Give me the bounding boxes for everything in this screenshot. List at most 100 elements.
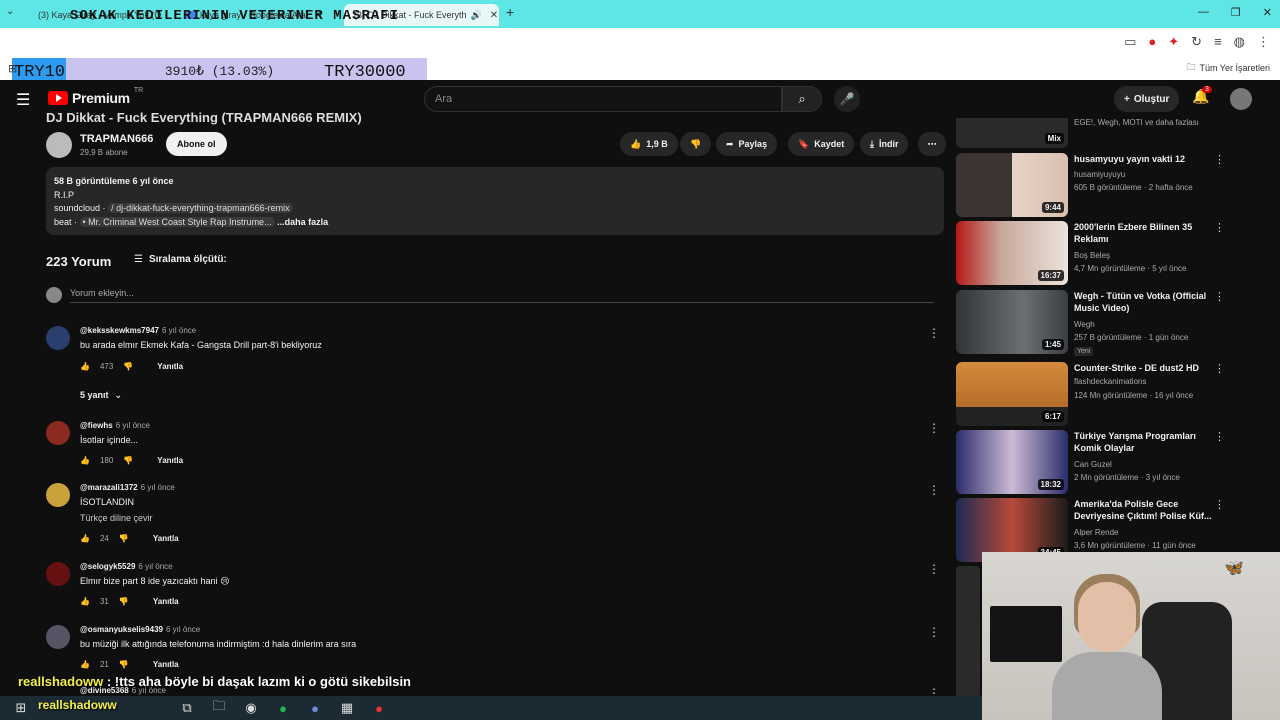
thumbs-down-icon[interactable]: 👎 <box>119 597 129 606</box>
more-icon[interactable]: ⋮ <box>1214 430 1225 443</box>
avatar[interactable] <box>46 562 70 586</box>
thumbs-down-icon[interactable]: 👎 <box>123 456 133 465</box>
recommendation-item[interactable]: 6:17 Counter-Strike - DE dust2 HD flashd… <box>956 362 1226 426</box>
more-icon[interactable]: ⋮ <box>928 483 940 497</box>
reload-icon[interactable]: ↻ <box>1191 34 1202 50</box>
more-actions-button[interactable]: ⋯ <box>918 132 946 156</box>
search-input[interactable]: Ara <box>424 86 782 112</box>
comment-author[interactable]: @keksskewkms7947 6 yıl önce <box>80 326 196 335</box>
video-thumbnail[interactable]: 16:37 <box>956 221 1068 285</box>
new-tab-button[interactable]: + <box>506 4 514 20</box>
more-icon[interactable]: ⋮ <box>928 562 940 576</box>
comment-time[interactable]: 6 yıl önce <box>138 562 172 571</box>
discord-icon[interactable]: ● <box>306 701 324 716</box>
notifications-button[interactable]: 🔔 3 <box>1192 86 1212 105</box>
video-thumbnail[interactable]: 6:17 <box>956 362 1068 426</box>
video-title[interactable]: 2000'lerin Ezbere Bilinen 35 Reklamı <box>1074 221 1214 245</box>
thumbs-up-icon[interactable]: 👍 <box>80 534 90 543</box>
video-channel[interactable]: flashdeckanimations <box>1074 377 1146 386</box>
video-thumbnail[interactable]: 9:44 <box>956 153 1068 217</box>
thumbs-down-icon[interactable]: 👎 <box>119 660 129 669</box>
speaker-icon[interactable]: 🔊 <box>471 10 482 21</box>
add-comment-input[interactable]: Yorum ekleyin... <box>70 288 934 303</box>
video-thumbnail[interactable]: 1:45 <box>956 290 1068 354</box>
hamburger-menu-icon[interactable]: ☰ <box>16 90 30 110</box>
comment-author[interactable]: @fiewhs 6 yıl önce <box>80 421 150 430</box>
video-title[interactable]: Amerika'da Polisle Gece Devriyesine Çıkt… <box>1074 498 1214 522</box>
author-name[interactable]: @keksskewkms7947 <box>80 326 159 335</box>
video-title[interactable]: Wegh - Tütün ve Votka (Official Music Vi… <box>1074 290 1214 314</box>
comment-author[interactable]: @osmanyukselis9439 6 yıl önce <box>80 625 200 634</box>
obs-icon[interactable]: ● <box>370 701 388 716</box>
video-channel[interactable]: EGE!, Wegh, MOTI ve daha fazlası <box>1074 118 1199 127</box>
recommendation-item[interactable]: Mix EGE!, Wegh, MOTI ve daha fazlası <box>956 118 1226 148</box>
video-thumbnail[interactable] <box>956 566 980 698</box>
channel-name[interactable]: TRAPMAN666 <box>80 133 153 145</box>
beat-link[interactable]: • Mr. Criminal West Coast Style Rap Inst… <box>79 216 275 227</box>
more-icon[interactable]: ⋮ <box>928 625 940 639</box>
video-title[interactable]: Türkiye Yarışma Programları Komik Olayla… <box>1074 430 1214 454</box>
thumbs-down-icon[interactable]: 👎 <box>123 362 133 371</box>
spotify-icon[interactable]: ● <box>274 701 292 716</box>
chrome-icon[interactable]: ◉ <box>242 700 260 716</box>
avatar[interactable] <box>46 326 70 350</box>
close-icon[interactable]: ✕ <box>1263 6 1272 19</box>
voice-search-button[interactable]: 🎤 <box>834 86 860 112</box>
more-icon[interactable]: ⋮ <box>1214 362 1225 375</box>
avatar[interactable] <box>46 421 70 445</box>
author-name[interactable]: @fiewhs <box>80 421 113 430</box>
start-icon[interactable]: ⊞ <box>12 700 30 716</box>
recommendation-item[interactable]: 18:32 Türkiye Yarışma Programları Komik … <box>956 430 1226 494</box>
avatar[interactable] <box>46 483 70 507</box>
menu-icon[interactable]: ≡ <box>1214 34 1222 50</box>
sort-button[interactable]: ☰ Sıralama ölçütü: <box>134 254 227 265</box>
comment-time[interactable]: 6 yıl önce <box>166 625 200 634</box>
video-title[interactable]: Counter-Strike - DE dust2 HD <box>1074 362 1214 374</box>
close-icon[interactable]: ✕ <box>490 10 498 21</box>
video-channel[interactable]: Boş Beleş <box>1074 251 1110 260</box>
author-name[interactable]: @marazali1372 <box>80 483 138 492</box>
recommendation-item[interactable]: 1:45 Wegh - Tütün ve Votka (Official Mus… <box>956 290 1226 356</box>
like-button[interactable]: 👍 1,9 B <box>620 132 678 156</box>
more-icon[interactable]: ⋮ <box>1214 498 1225 511</box>
profile-icon[interactable]: ◍ <box>1234 34 1245 50</box>
comment-time[interactable]: 6 yıl önce <box>141 483 175 492</box>
minimize-icon[interactable]: — <box>1198 6 1209 19</box>
youtube-logo[interactable]: Premium TR <box>48 87 143 106</box>
video-channel[interactable]: Can Guzel <box>1074 460 1112 469</box>
video-channel[interactable]: Alper Rende <box>1074 528 1118 537</box>
reply-button[interactable]: Yanıtla <box>157 362 183 371</box>
author-name[interactable]: @osmanyukselis9439 <box>80 625 163 634</box>
more-icon[interactable]: ⋮ <box>1214 221 1225 234</box>
comment-time[interactable]: 6 yıl önce <box>116 421 150 430</box>
tab-search-icon[interactable]: ⌄ <box>6 6 14 17</box>
dislike-button[interactable]: 👎 <box>680 132 712 156</box>
more-icon[interactable]: ⋮ <box>928 326 940 340</box>
folder-icon[interactable]: 🗀 <box>210 697 228 719</box>
thumbs-up-icon[interactable]: 👍 <box>80 597 90 606</box>
avatar[interactable] <box>46 625 70 649</box>
subscribe-button[interactable]: Abone ol <box>166 132 227 156</box>
app-icon[interactable]: ▦ <box>338 700 356 716</box>
cast-icon[interactable]: ▭ <box>1124 34 1136 50</box>
share-button[interactable]: ➦ Paylaş <box>716 132 778 156</box>
video-description[interactable]: 58 B görüntüleme 6 yıl önce R.I.P soundc… <box>46 167 944 235</box>
task-view-icon[interactable]: ⧉ <box>178 700 196 716</box>
recommendation-item[interactable]: 16:37 2000'lerin Ezbere Bilinen 35 Rekla… <box>956 221 1226 285</box>
channel-avatar[interactable] <box>46 132 72 158</box>
bookmarks-bar[interactable]: 🗀 Tüm Yer İşaretleri <box>1186 60 1270 76</box>
translate-link[interactable]: Türkçe diline çevir <box>80 513 153 523</box>
extension-icon[interactable]: ✦ <box>1168 34 1179 50</box>
more-icon[interactable]: ⋮ <box>928 421 940 435</box>
thumbs-up-icon[interactable]: 👍 <box>80 660 90 669</box>
more-icon[interactable]: ⋮ <box>928 686 940 696</box>
extension-icon[interactable]: ● <box>1148 34 1156 50</box>
video-channel[interactable]: Wegh <box>1074 320 1095 329</box>
create-button[interactable]: + Oluştur <box>1114 86 1180 112</box>
search-button[interactable]: ⌕ <box>782 86 822 112</box>
show-more-link[interactable]: ...daha fazla <box>277 217 328 227</box>
download-button[interactable]: ⤓ İndir <box>860 132 909 156</box>
video-thumbnail[interactable]: 18:32 <box>956 430 1068 494</box>
comment-time[interactable]: 6 yıl önce <box>162 326 196 335</box>
more-icon[interactable]: ⋮ <box>1214 290 1225 303</box>
